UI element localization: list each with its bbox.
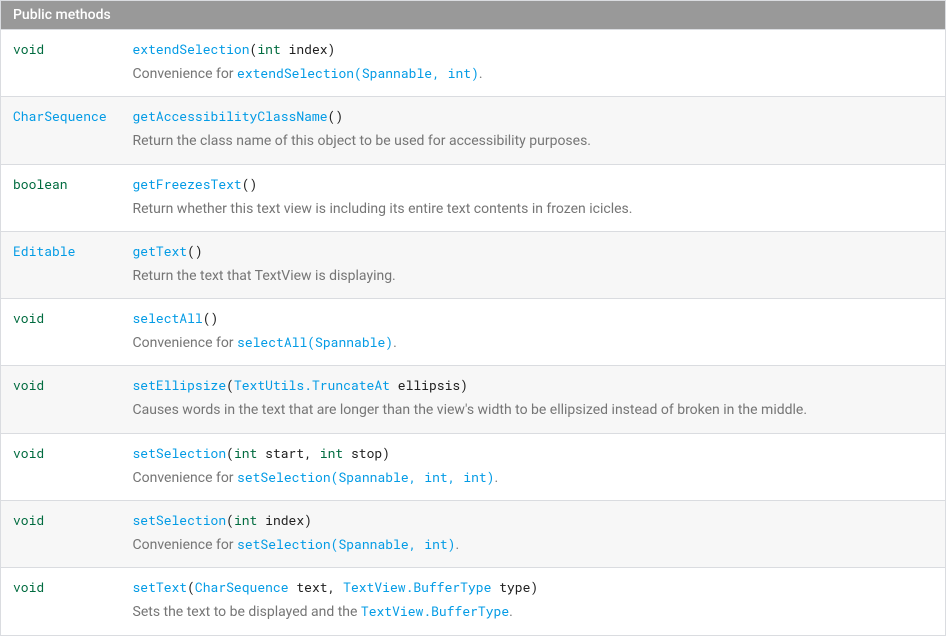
return-type: void — [1, 568, 121, 635]
method-description: Convenience for extendSelection(Spannabl… — [133, 64, 934, 84]
api-link[interactable]: Editable — [13, 242, 75, 260]
method-signature: setSelection(int index) — [133, 511, 312, 529]
method-cell: getText() Return the text that TextView i… — [121, 231, 946, 298]
method-description: Convenience for selectAll(Spannable). — [133, 333, 934, 353]
method-row: void setEllipsize(TextUtils.TruncateAt el… — [1, 366, 946, 433]
method-row: void extendSelection(int index) Convenienc… — [1, 30, 946, 97]
api-link[interactable]: getAccessibilityClassName — [133, 107, 328, 125]
method-row: void setSelection(int index) Convenience f… — [1, 501, 946, 568]
method-cell: extendSelection(int index) Convenience fo… — [121, 30, 946, 97]
return-type: CharSequence — [1, 97, 121, 164]
api-link[interactable]: CharSequence — [195, 578, 289, 596]
method-description: Sets the text to be displayed and the Te… — [133, 602, 934, 622]
return-type: Editable — [1, 231, 121, 298]
method-signature: getAccessibilityClassName() — [133, 107, 344, 125]
api-link[interactable]: setEllipsize — [133, 376, 227, 394]
return-type: void — [1, 433, 121, 500]
method-row: Editable getText() Return the text that Te… — [1, 231, 946, 298]
method-description: Convenience for setSelection(Spannable, … — [133, 535, 934, 555]
api-link[interactable]: getFreezesText — [133, 175, 242, 193]
method-description: Return the class name of this object to … — [133, 131, 934, 151]
table-header: Public methods — [1, 1, 946, 30]
method-description: Return whether this text view is includi… — [133, 199, 934, 219]
method-cell: setText(CharSequence text, TextView.Buff… — [121, 568, 946, 635]
method-row: CharSequence getAccessibilityClassName() R… — [1, 97, 946, 164]
api-link[interactable]: setSelection(Spannable, int) — [237, 535, 455, 553]
api-link[interactable]: setSelection — [133, 511, 227, 529]
method-cell: getAccessibilityClassName() Return the cl… — [121, 97, 946, 164]
return-type: boolean — [1, 164, 121, 231]
method-description: Convenience for setSelection(Spannable, … — [133, 468, 934, 488]
method-signature: setText(CharSequence text, TextView.Buff… — [133, 578, 539, 596]
method-row: boolean getFreezesText() Return whether th… — [1, 164, 946, 231]
method-row: void setSelection(int start, int stop) Con… — [1, 433, 946, 500]
api-link[interactable]: TextView.BufferType — [343, 578, 491, 596]
method-description: Return the text that TextView is display… — [133, 266, 934, 286]
method-description: Causes words in the text that are longer… — [133, 400, 934, 420]
method-row: void selectAll() Convenience for selectAll… — [1, 299, 946, 366]
method-signature: setSelection(int start, int stop) — [133, 444, 390, 462]
api-link[interactable]: selectAll — [133, 309, 203, 327]
return-type: void — [1, 299, 121, 366]
method-signature: setEllipsize(TextUtils.TruncateAt ellips… — [133, 376, 468, 394]
method-cell: setEllipsize(TextUtils.TruncateAt ellips… — [121, 366, 946, 433]
public-methods-table: Public methods voidextendSelection(int i… — [0, 0, 946, 636]
api-link[interactable]: setSelection — [133, 444, 227, 462]
method-cell: selectAll() Convenience for selectAll(Spa… — [121, 299, 946, 366]
method-row: void setText(CharSequence text, TextView.… — [1, 568, 946, 635]
return-type: void — [1, 501, 121, 568]
api-link[interactable]: extendSelection — [133, 40, 250, 58]
method-signature: selectAll() — [133, 309, 219, 327]
api-link[interactable]: getText — [133, 242, 188, 260]
api-link[interactable]: TextUtils.TruncateAt — [234, 376, 390, 394]
method-cell: getFreezesText() Return whether this text… — [121, 164, 946, 231]
method-signature: getText() — [133, 242, 203, 260]
api-link[interactable]: setSelection(Spannable, int, int) — [237, 468, 494, 486]
api-link[interactable]: extendSelection(Spannable, int) — [237, 64, 479, 82]
api-link[interactable]: selectAll(Spannable) — [237, 333, 393, 351]
method-cell: setSelection(int start, int stop) Conveni… — [121, 433, 946, 500]
api-link[interactable]: TextView.BufferType — [361, 602, 509, 620]
api-link[interactable]: setText — [133, 578, 188, 596]
return-type: void — [1, 30, 121, 97]
api-link[interactable]: CharSequence — [13, 107, 107, 125]
return-type: void — [1, 366, 121, 433]
method-signature: getFreezesText() — [133, 175, 258, 193]
method-cell: setSelection(int index) Convenience for s… — [121, 501, 946, 568]
method-signature: extendSelection(int index) — [133, 40, 336, 58]
